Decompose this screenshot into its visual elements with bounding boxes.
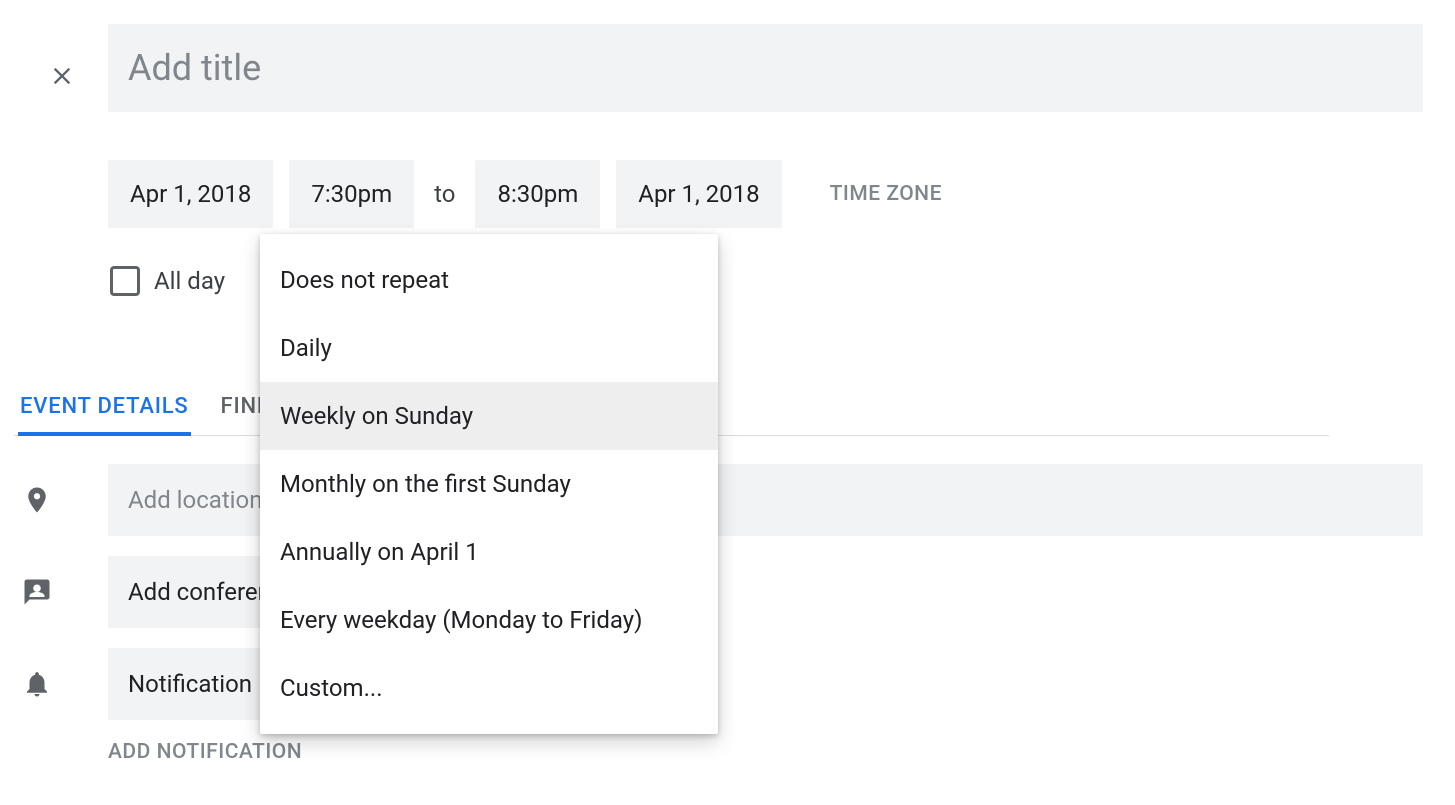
repeat-option-custom[interactable]: Custom... [260,654,718,722]
end-date-chip[interactable]: Apr 1, 2018 [616,160,781,228]
all-day-label: All day [154,267,225,295]
start-time-chip[interactable]: 7:30pm [289,160,414,228]
repeat-option-daily[interactable]: Daily [260,314,718,382]
notification-label: Notification [128,670,252,698]
repeat-option-does-not-repeat[interactable]: Does not repeat [260,246,718,314]
checkbox-icon [110,266,140,296]
bell-icon [22,669,52,699]
event-title-input[interactable] [108,24,1423,112]
repeat-dropdown: Does not repeat Daily Weekly on Sunday M… [260,234,718,734]
timezone-button[interactable]: TIME ZONE [830,182,942,206]
repeat-option-monthly[interactable]: Monthly on the first Sunday [260,450,718,518]
repeat-option-weekday[interactable]: Every weekday (Monday to Friday) [260,586,718,654]
location-icon [22,485,52,515]
close-icon [48,62,76,90]
conferencing-icon [22,577,52,607]
repeat-option-annually[interactable]: Annually on April 1 [260,518,718,586]
datetime-row: Apr 1, 2018 7:30pm to 8:30pm Apr 1, 2018… [108,160,1423,228]
all-day-checkbox[interactable]: All day [110,266,225,296]
close-button[interactable] [42,56,82,96]
end-time-chip[interactable]: 8:30pm [475,160,600,228]
to-label: to [430,180,459,208]
add-notification-button[interactable]: ADD NOTIFICATION [108,740,1423,764]
tab-event-details[interactable]: EVENT DETAILS [20,394,189,435]
start-date-chip[interactable]: Apr 1, 2018 [108,160,273,228]
repeat-option-weekly[interactable]: Weekly on Sunday [260,382,718,450]
